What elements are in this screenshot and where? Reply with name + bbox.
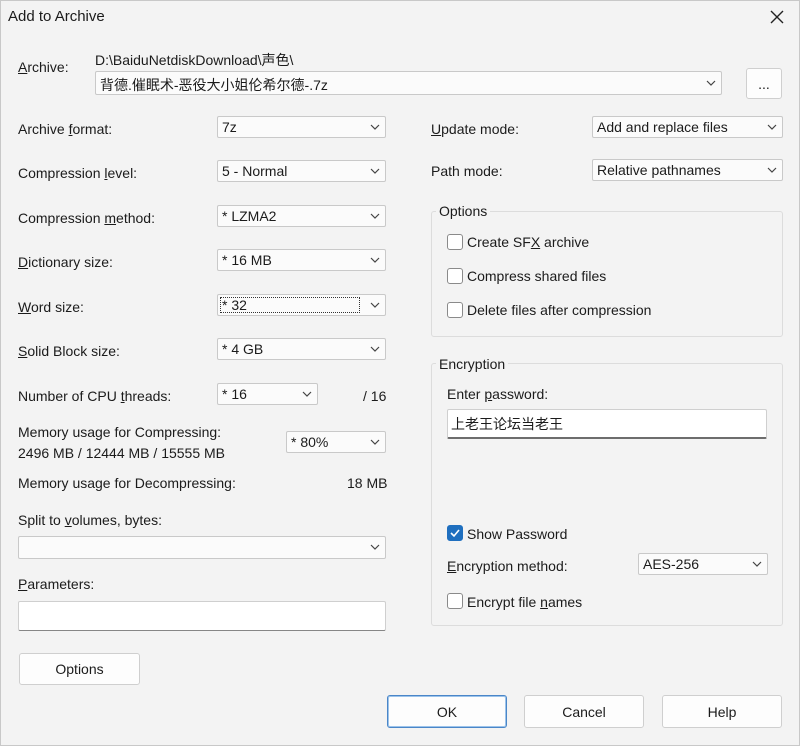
browse-button-label: ... [758, 75, 770, 92]
compression-method-combo[interactable]: * LZMA2 [217, 205, 386, 227]
solid-block-size-label: Solid Block size: [18, 343, 120, 359]
cancel-button-label: Cancel [562, 703, 606, 720]
compression-method-value: * LZMA2 [222, 208, 277, 224]
password-input[interactable]: 上老王论坛当老王 [447, 409, 767, 439]
compression-method-label: Compression method: [18, 210, 155, 226]
encryption-method-combo[interactable]: AES-256 [638, 553, 768, 575]
browse-button[interactable]: ... [746, 68, 782, 99]
memory-decompress-label: Memory usage for Decompressing: [18, 475, 236, 491]
cpu-threads-combo[interactable]: * 16 [217, 383, 318, 405]
compression-level-combo[interactable]: 5 - Normal [217, 160, 386, 182]
cpu-threads-label: Number of CPU threads: [18, 388, 172, 404]
chevron-down-icon [370, 168, 380, 174]
delete-after-label: Delete files after compression [467, 302, 652, 318]
chevron-down-icon [370, 257, 380, 263]
word-size-combo[interactable]: * 32 [217, 294, 386, 316]
help-button-label: Help [707, 703, 737, 720]
cpu-threads-value: * 16 [222, 386, 247, 402]
cpu-threads-max: / 16 [363, 388, 387, 404]
add-to-archive-dialog: Add to Archive Archive: D:\BaiduNetdiskD… [0, 0, 800, 746]
help-button[interactable]: Help [662, 695, 782, 728]
memory-compress-combo[interactable]: * 80% [286, 431, 386, 453]
archive-format-value: 7z [222, 119, 237, 135]
compression-level-value: 5 - Normal [222, 163, 288, 179]
encrypt-names-checkbox[interactable] [447, 593, 463, 609]
create-sfx-checkbox[interactable] [447, 234, 463, 250]
chevron-down-icon [370, 302, 380, 308]
window-title: Add to Archive [8, 8, 105, 25]
close-button[interactable] [761, 5, 793, 29]
close-icon [770, 10, 784, 24]
password-label: Enter password: [447, 386, 549, 402]
chevron-down-icon [767, 167, 777, 173]
chevron-down-icon [302, 391, 312, 397]
encryption-method-label: Encryption method: [447, 558, 568, 574]
memory-decompress-value: 18 MB [347, 475, 388, 491]
options-group-title: Options [436, 203, 491, 219]
chevron-down-icon [370, 439, 380, 445]
archive-name-combo[interactable]: 背德.催眠术-恶役大小姐伦希尔德-.7z [95, 71, 722, 95]
update-mode-combo[interactable]: Add and replace files [592, 116, 783, 138]
archive-path: D:\BaiduNetdiskDownload\声色\ [95, 52, 294, 68]
path-mode-label: Path mode: [431, 163, 503, 179]
compression-level-label: Compression level: [18, 165, 138, 181]
chevron-down-icon [370, 544, 380, 550]
memory-compress-label: Memory usage for Compressing: [18, 424, 222, 440]
chevron-down-icon [767, 124, 777, 130]
memory-compress-value: * 80% [291, 434, 329, 450]
update-mode-value: Add and replace files [597, 119, 728, 135]
encryption-group-title: Encryption [436, 356, 509, 372]
archive-label: Archive: [18, 59, 69, 75]
options-button-label: Options [55, 661, 104, 677]
show-password-label: Show Password [467, 526, 568, 542]
compress-shared-checkbox[interactable] [447, 268, 463, 284]
parameters-label: Parameters: [18, 576, 95, 592]
chevron-down-icon [752, 561, 762, 567]
compress-shared-label: Compress shared files [467, 268, 607, 284]
title-bar: Add to Archive [1, 1, 799, 33]
archive-format-label: Archive format: [18, 121, 113, 137]
ok-button-label: OK [436, 703, 458, 720]
memory-compress-detail: 2496 MB / 12444 MB / 15555 MB [18, 445, 226, 461]
create-sfx-label: Create SFX archive [467, 234, 590, 250]
chevron-down-icon [370, 213, 380, 219]
split-volumes-combo[interactable] [18, 536, 386, 559]
dictionary-size-label: Dictionary size: [18, 254, 113, 270]
split-volumes-label: Split to volumes, bytes: [18, 512, 162, 528]
show-password-checkbox[interactable] [447, 525, 463, 541]
archive-format-combo[interactable]: 7z [217, 116, 386, 138]
path-mode-value: Relative pathnames [597, 162, 721, 178]
parameters-input[interactable] [18, 601, 386, 631]
checkmark-icon [450, 529, 460, 538]
dictionary-size-value: * 16 MB [222, 252, 272, 268]
solid-block-size-value: * 4 GB [222, 341, 264, 357]
chevron-down-icon [370, 124, 380, 130]
solid-block-size-combo[interactable]: * 4 GB [217, 338, 386, 360]
password-value: 上老王论坛当老王 [451, 416, 563, 432]
path-mode-combo[interactable]: Relative pathnames [592, 159, 783, 181]
word-size-label: Word size: [18, 299, 84, 315]
encryption-method-value: AES-256 [643, 556, 700, 572]
dictionary-size-combo[interactable]: * 16 MB [217, 249, 386, 271]
update-mode-label: Update mode: [431, 121, 519, 137]
delete-after-checkbox[interactable] [447, 302, 463, 318]
chevron-down-icon [706, 80, 716, 86]
cancel-button[interactable]: Cancel [524, 695, 644, 728]
encryption-group [431, 363, 783, 626]
encrypt-names-label: Encrypt file names [467, 594, 583, 610]
options-button[interactable]: Options [19, 653, 140, 685]
word-size-value: * 32 [222, 297, 247, 313]
chevron-down-icon [370, 346, 380, 352]
ok-button[interactable]: OK [387, 695, 507, 728]
archive-name-value: 背德.催眠术-恶役大小姐伦希尔德-.7z [100, 77, 328, 93]
